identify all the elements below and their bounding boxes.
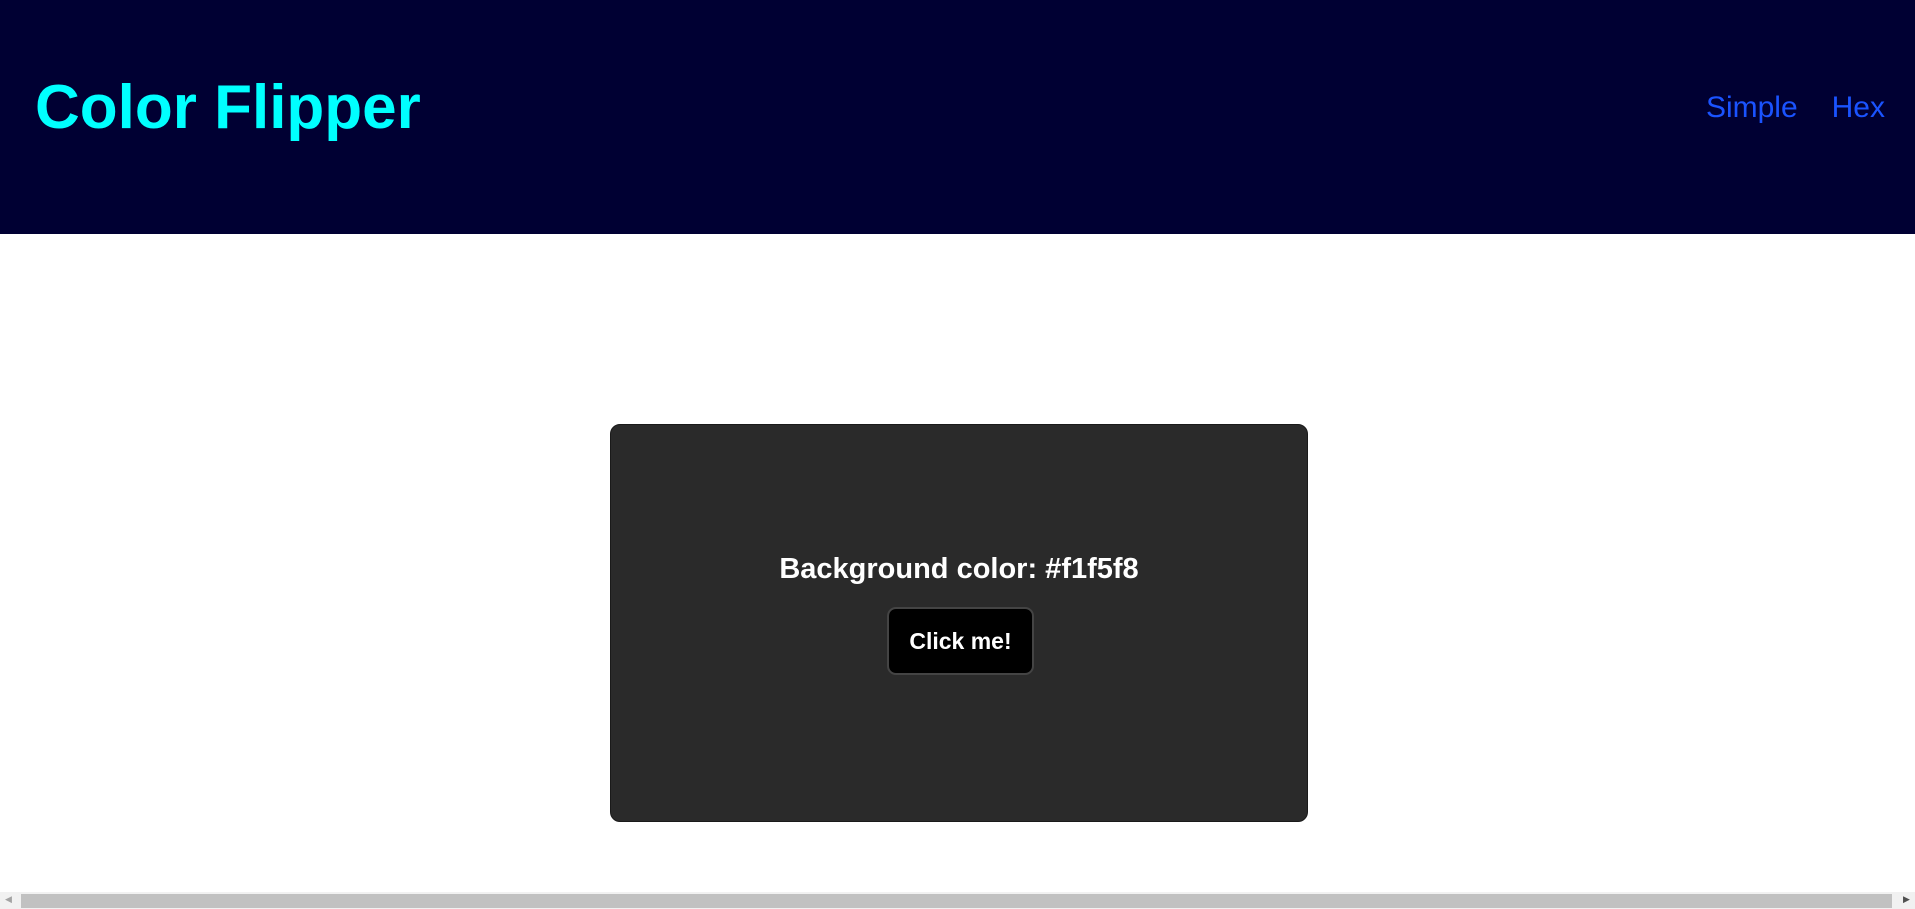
scroll-left-arrow-icon[interactable]: ◀ — [0, 892, 17, 909]
nav-link-simple[interactable]: Simple — [1706, 88, 1798, 128]
site-header: Color Flipper Simple Hex — [0, 0, 1915, 234]
app-title: Color Flipper — [35, 73, 421, 142]
scroll-right-arrow-icon[interactable]: ▶ — [1898, 892, 1915, 909]
click-me-button[interactable]: Click me! — [887, 607, 1034, 675]
horizontal-scrollbar[interactable]: ◀ ▶ — [0, 892, 1915, 909]
background-color-label: Background color: #f1f5f8 — [779, 553, 1139, 585]
main-nav: Simple Hex — [1706, 88, 1885, 128]
scrollbar-thumb[interactable] — [21, 894, 1892, 908]
color-card: Background color: #f1f5f8 Click me! — [610, 424, 1308, 822]
nav-link-hex[interactable]: Hex — [1832, 88, 1885, 128]
